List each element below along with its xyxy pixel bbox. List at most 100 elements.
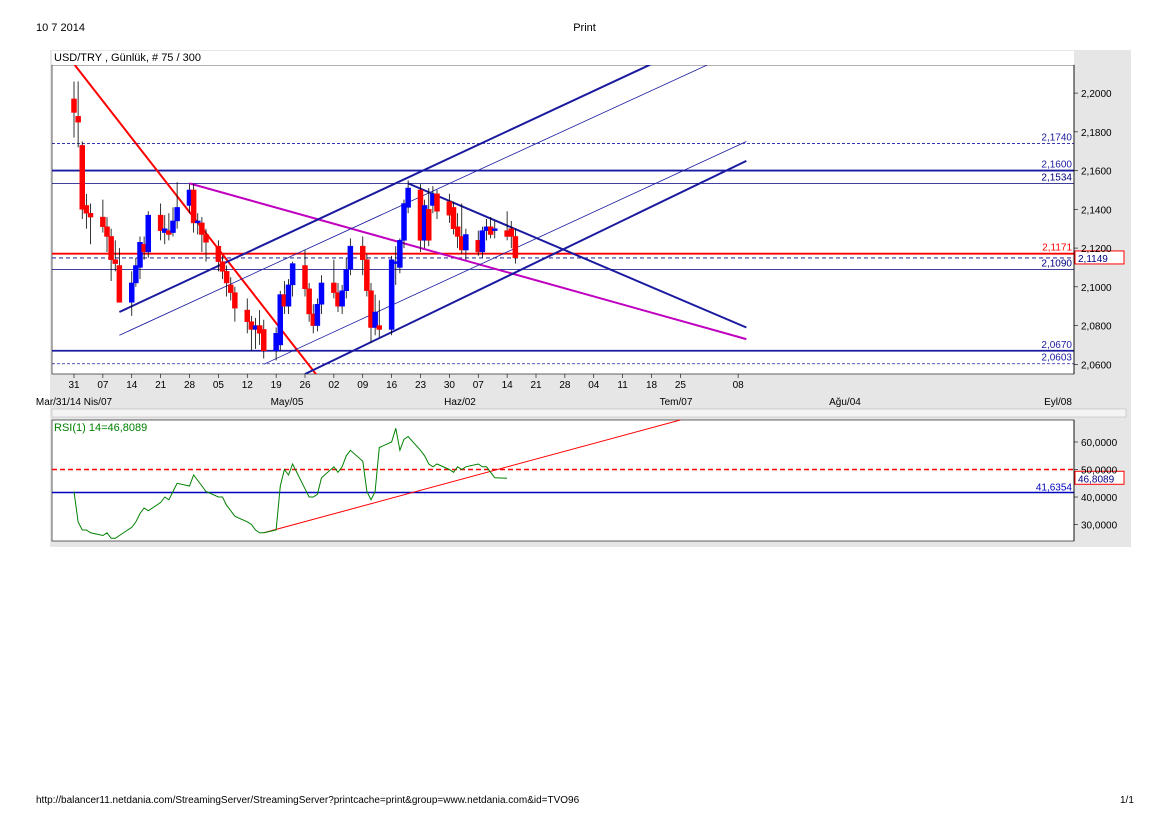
rsi-y-tick-label: 60,0000 [1081,438,1118,449]
title-strip [52,51,1074,65]
candle-body [219,261,226,272]
x-tick-label: 16 [386,380,398,391]
candle-body [434,193,440,212]
price-level-label: 2,1171 [1042,243,1072,254]
candle-body [492,228,498,231]
candle-body [223,271,230,284]
y-tick-label: 2,1200 [1081,244,1112,255]
y-tick-label: 2,1600 [1081,167,1112,178]
rsi-y-tick-label: 40,0000 [1081,493,1118,504]
x-month-label: May/05 [271,397,304,408]
candle-body [512,236,519,259]
x-tick-label: 21 [155,380,167,391]
candle-body [203,234,209,243]
candle-body [75,116,81,123]
rsi-y-tick-label: 50,0000 [1081,466,1118,477]
x-tick-label: 23 [415,380,427,391]
candle-body [100,216,106,228]
candle-body [401,203,407,241]
candle-body [405,187,411,208]
candle-body [360,245,366,260]
candle-body [83,205,90,214]
x-month-label: Eyl/08 [1044,397,1072,408]
candle-body [228,284,234,293]
rsi-level-label: 41,6354 [1036,483,1073,494]
candle-body [376,325,382,330]
x-tick-label: 04 [588,380,600,391]
price-level-label: 2,0670 [1041,340,1072,351]
candle-body [129,282,135,303]
x-tick-label: 31 [68,380,80,391]
price-chart-title: USD/TRY , Günlük, # 75 / 300 [54,52,201,64]
x-tick-label: 28 [559,380,571,391]
candle-body [108,236,114,260]
candle-body [104,226,110,237]
y-tick-label: 2,2000 [1081,89,1112,100]
price-plot-area [51,64,1075,375]
x-tick-label: 18 [646,380,658,391]
x-tick-label: 08 [733,380,745,391]
scroll-bar[interactable] [51,408,1127,418]
candle-body [174,207,180,222]
candle-body [215,245,222,262]
candle-body [244,309,250,322]
x-month-label: Mar/31/14 Nis/07 [36,397,113,408]
x-tick-label: 30 [444,380,456,391]
candle-body [157,214,164,231]
x-month-label: Haz/02 [444,397,476,408]
price-level-label: 2,1534 [1041,172,1072,183]
current-price-label: 2,1149 [1078,254,1108,265]
candle-body [199,222,205,235]
y-tick-label: 2,0600 [1081,360,1112,371]
x-tick-label: 07 [97,380,109,391]
x-tick-label: 09 [357,380,369,391]
candle-body [112,259,118,264]
price-level-label: 2,0603 [1041,353,1072,364]
candle-body [306,288,312,315]
x-tick-label: 05 [213,380,225,391]
x-tick-label: 19 [271,380,283,391]
candle-body [285,284,292,307]
price-level-label: 2,1090 [1041,258,1072,269]
candle-body [318,282,325,305]
x-tick-label: 07 [473,380,485,391]
rsi-plot-area [51,419,1075,542]
y-tick-label: 2,0800 [1081,322,1112,333]
x-month-label: Ağu/04 [829,397,861,408]
y-tick-label: 2,1000 [1081,283,1112,294]
candle-body [195,220,201,224]
rsi-chart-title: RSI(1) 14=46,8089 [54,422,147,434]
x-tick-label: 14 [502,380,514,391]
x-tick-label: 11 [617,380,628,391]
x-tick-label: 28 [184,380,196,391]
candle-body [302,265,308,290]
x-month-label: Tem/07 [660,397,693,408]
candle-body [190,189,197,224]
candle-body [426,209,432,241]
x-tick-label: 25 [675,380,687,391]
rsi-y-tick-label: 30,0000 [1081,521,1118,532]
price-level-label: 2,1740 [1041,132,1072,143]
candle-body [116,265,123,303]
x-tick-label: 14 [126,380,138,391]
candle-body [261,329,267,352]
candle-body [397,240,403,268]
candle-body [331,282,337,293]
candle-body [450,207,457,229]
candle-body [479,230,486,253]
candle-body [508,228,514,237]
x-tick-label: 21 [530,380,542,391]
candle-body [463,234,469,251]
x-tick-label: 26 [299,380,311,391]
candle-body [364,259,370,291]
candle-body [289,263,296,286]
candle-body [343,269,349,291]
x-tick-label: 02 [328,380,340,391]
x-tick-label: 12 [242,380,254,391]
candle-body [388,259,395,330]
candle-body [347,245,354,270]
y-tick-label: 2,1400 [1081,205,1112,216]
candle-body [372,311,378,328]
candle-body [145,214,151,253]
y-tick-label: 2,1800 [1081,128,1112,139]
